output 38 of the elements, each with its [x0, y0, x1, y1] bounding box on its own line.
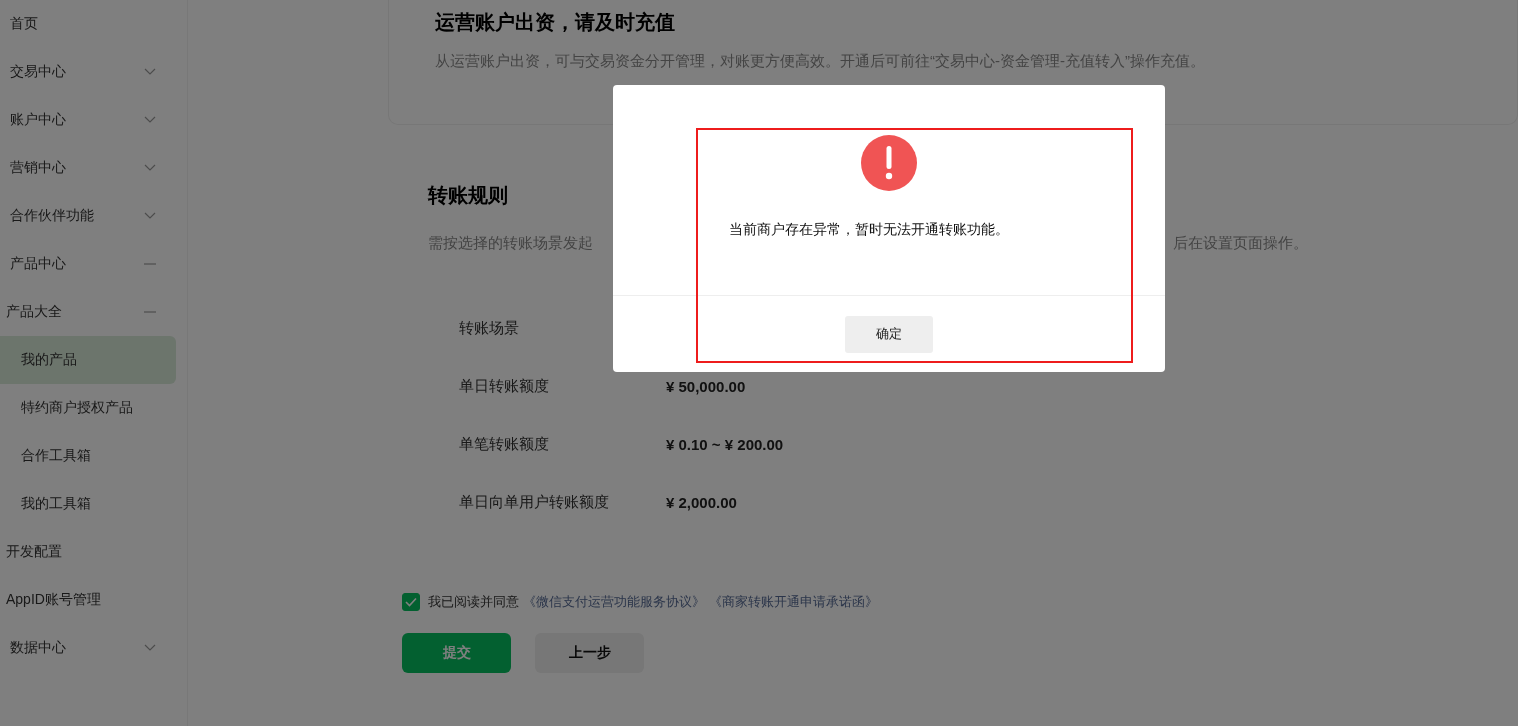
agreement-link[interactable]: 《商家转账开通申请承诺函》	[709, 593, 878, 611]
sidebar-item[interactable]: 合作伙伴功能	[0, 192, 176, 240]
rule-label: 单日向单用户转账额度	[459, 492, 610, 512]
rule-value: ¥ 50,000.00	[666, 377, 746, 395]
rule-label: 单笔转账额度	[459, 434, 550, 454]
chevron-down-icon	[144, 116, 156, 124]
sidebar-item[interactable]: 我的产品	[0, 336, 176, 384]
rule-label: 转账场景	[459, 318, 520, 338]
back-button[interactable]: 上一步	[535, 633, 644, 673]
rule-label: 单日转账额度	[459, 376, 550, 396]
sidebar-item[interactable]: 数据中心	[0, 624, 176, 672]
check-icon	[405, 597, 417, 607]
dialog-message: 当前商户存在异常，暂时无法开通转账功能。	[729, 221, 1010, 239]
sidebar-item[interactable]: 开发配置	[0, 528, 176, 576]
sidebar-item[interactable]: 合作工具箱	[0, 432, 176, 480]
section-description: 需按选择的转账场景发起	[428, 233, 593, 253]
agreement-link[interactable]: 《微信支付运营功能服务协议》	[523, 593, 705, 611]
section-title: 运营账户出资，请及时充值	[435, 10, 676, 35]
warning-icon	[861, 135, 917, 191]
sidebar-item[interactable]: 营销中心	[0, 144, 176, 192]
checkbox[interactable]	[402, 593, 420, 611]
section-title: 转账规则	[428, 183, 509, 208]
chevron-down-icon	[144, 212, 156, 220]
sidebar-item[interactable]: 首页	[0, 0, 176, 48]
sidebar-item[interactable]: 账户中心	[0, 96, 176, 144]
sidebar-item[interactable]: 产品中心	[0, 240, 176, 288]
sidebar-item[interactable]: 产品大全	[0, 288, 176, 336]
chevron-down-icon	[144, 68, 156, 76]
chevron-down-icon	[144, 164, 156, 172]
sidebar-item[interactable]: 特约商户授权产品	[0, 384, 176, 432]
agreement-text: 我已阅读并同意	[428, 593, 519, 611]
rule-value: ¥ 2,000.00	[666, 493, 737, 511]
sidebar-item[interactable]: 我的工具箱	[0, 480, 176, 528]
sidebar-item[interactable]: 交易中心	[0, 48, 176, 96]
chevron-down-icon	[144, 644, 156, 652]
rule-value: ¥ 0.10 ~ ¥ 200.00	[666, 435, 784, 453]
sidebar-item[interactable]: AppID账号管理	[0, 576, 176, 624]
confirm-button[interactable]: 确定	[845, 315, 933, 353]
